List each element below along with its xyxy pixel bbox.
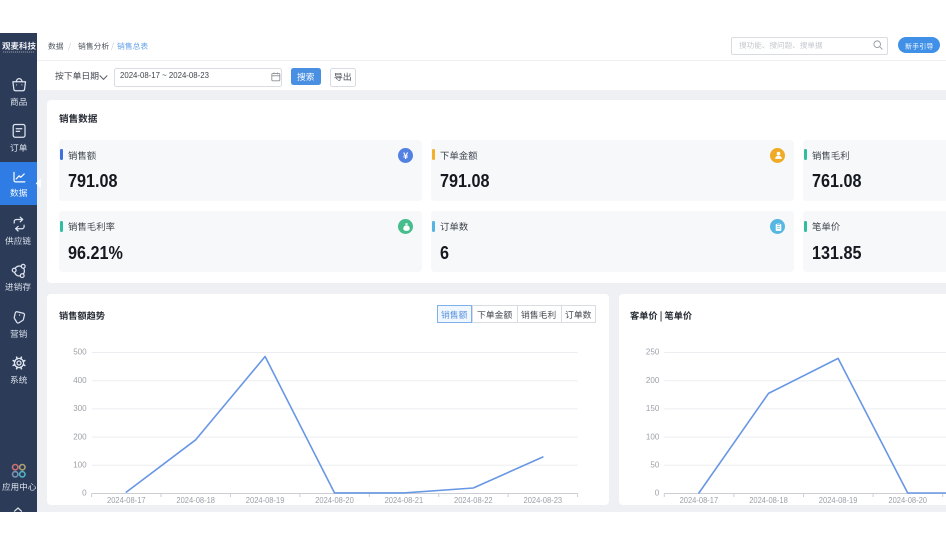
svg-text:2024-08-21: 2024-08-21: [385, 495, 424, 505]
svg-text:2024-08-20: 2024-08-20: [888, 495, 927, 505]
svg-text:2024-08-23: 2024-08-23: [524, 495, 563, 505]
svg-text:0: 0: [654, 488, 659, 498]
svg-text:150: 150: [645, 403, 659, 413]
svg-text:2024-08-17: 2024-08-17: [107, 495, 146, 505]
svg-text:2024-08-19: 2024-08-19: [818, 495, 857, 505]
svg-text:250: 250: [645, 347, 659, 357]
svg-text:50: 50: [650, 460, 659, 470]
svg-text:300: 300: [73, 403, 87, 413]
svg-text:2024-08-18: 2024-08-18: [749, 495, 788, 505]
svg-text:0: 0: [82, 488, 87, 498]
svg-text:200: 200: [73, 432, 87, 442]
svg-text:200: 200: [645, 375, 659, 385]
svg-text:100: 100: [73, 460, 87, 470]
svg-text:500: 500: [73, 347, 87, 357]
svg-text:100: 100: [645, 432, 659, 442]
svg-text:2024-08-17: 2024-08-17: [679, 495, 718, 505]
svg-text:2024-08-22: 2024-08-22: [454, 495, 493, 505]
svg-text:2024-08-18: 2024-08-18: [176, 495, 215, 505]
svg-text:2024-08-19: 2024-08-19: [246, 495, 285, 505]
svg-text:2024-08-20: 2024-08-20: [315, 495, 354, 505]
svg-text:400: 400: [73, 375, 87, 385]
